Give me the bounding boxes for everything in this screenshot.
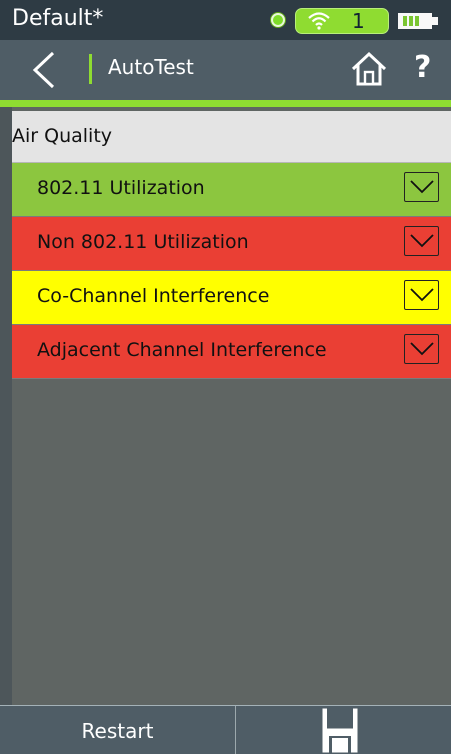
help-icon[interactable]: ? (414, 50, 431, 85)
status-bar: Default* 1 (0, 0, 451, 40)
link-indicator-icon (271, 13, 285, 27)
chevron-down-icon (410, 180, 434, 194)
bottom-toolbar: Restart (0, 705, 451, 754)
expand-button[interactable] (404, 334, 439, 364)
result-row-label: Non 802.11 Utilization (37, 231, 249, 253)
result-row-label: Adjacent Channel Interference (37, 339, 327, 361)
chevron-down-icon (410, 234, 434, 248)
result-row-label: Co-Channel Interference (37, 285, 270, 307)
chevron-down-icon (410, 288, 434, 302)
save-button[interactable] (236, 706, 451, 754)
nav-divider (89, 54, 92, 84)
result-row-label: 802.11 Utilization (37, 177, 205, 199)
restart-button[interactable]: Restart (0, 706, 236, 754)
save-icon (322, 708, 358, 753)
expand-button[interactable] (404, 280, 439, 310)
back-icon[interactable] (28, 51, 60, 89)
result-row-non-802-11-utilization[interactable]: Non 802.11 Utilization (12, 217, 451, 271)
expand-button[interactable] (404, 172, 439, 202)
wifi-icon (308, 12, 330, 30)
expand-button[interactable] (404, 226, 439, 256)
page-title: AutoTest (108, 55, 194, 79)
accent-divider (0, 100, 451, 107)
results-panel: Air Quality 802.11 Utilization Non 802.1… (12, 107, 451, 705)
wifi-count: 1 (352, 9, 365, 33)
navigation-bar: AutoTest ? (0, 40, 451, 100)
section-header: Air Quality (12, 111, 451, 163)
section-title: Air Quality (12, 125, 113, 147)
result-row-802-11-utilization[interactable]: 802.11 Utilization (12, 163, 451, 217)
wifi-status-pill[interactable]: 1 (295, 8, 389, 34)
result-row-co-channel-interference[interactable]: Co-Channel Interference (12, 271, 451, 325)
chevron-down-icon (410, 342, 434, 356)
profile-name: Default* (12, 6, 104, 31)
battery-icon (398, 13, 438, 29)
result-row-adjacent-channel-interference[interactable]: Adjacent Channel Interference (12, 325, 451, 379)
home-icon[interactable] (351, 51, 387, 87)
